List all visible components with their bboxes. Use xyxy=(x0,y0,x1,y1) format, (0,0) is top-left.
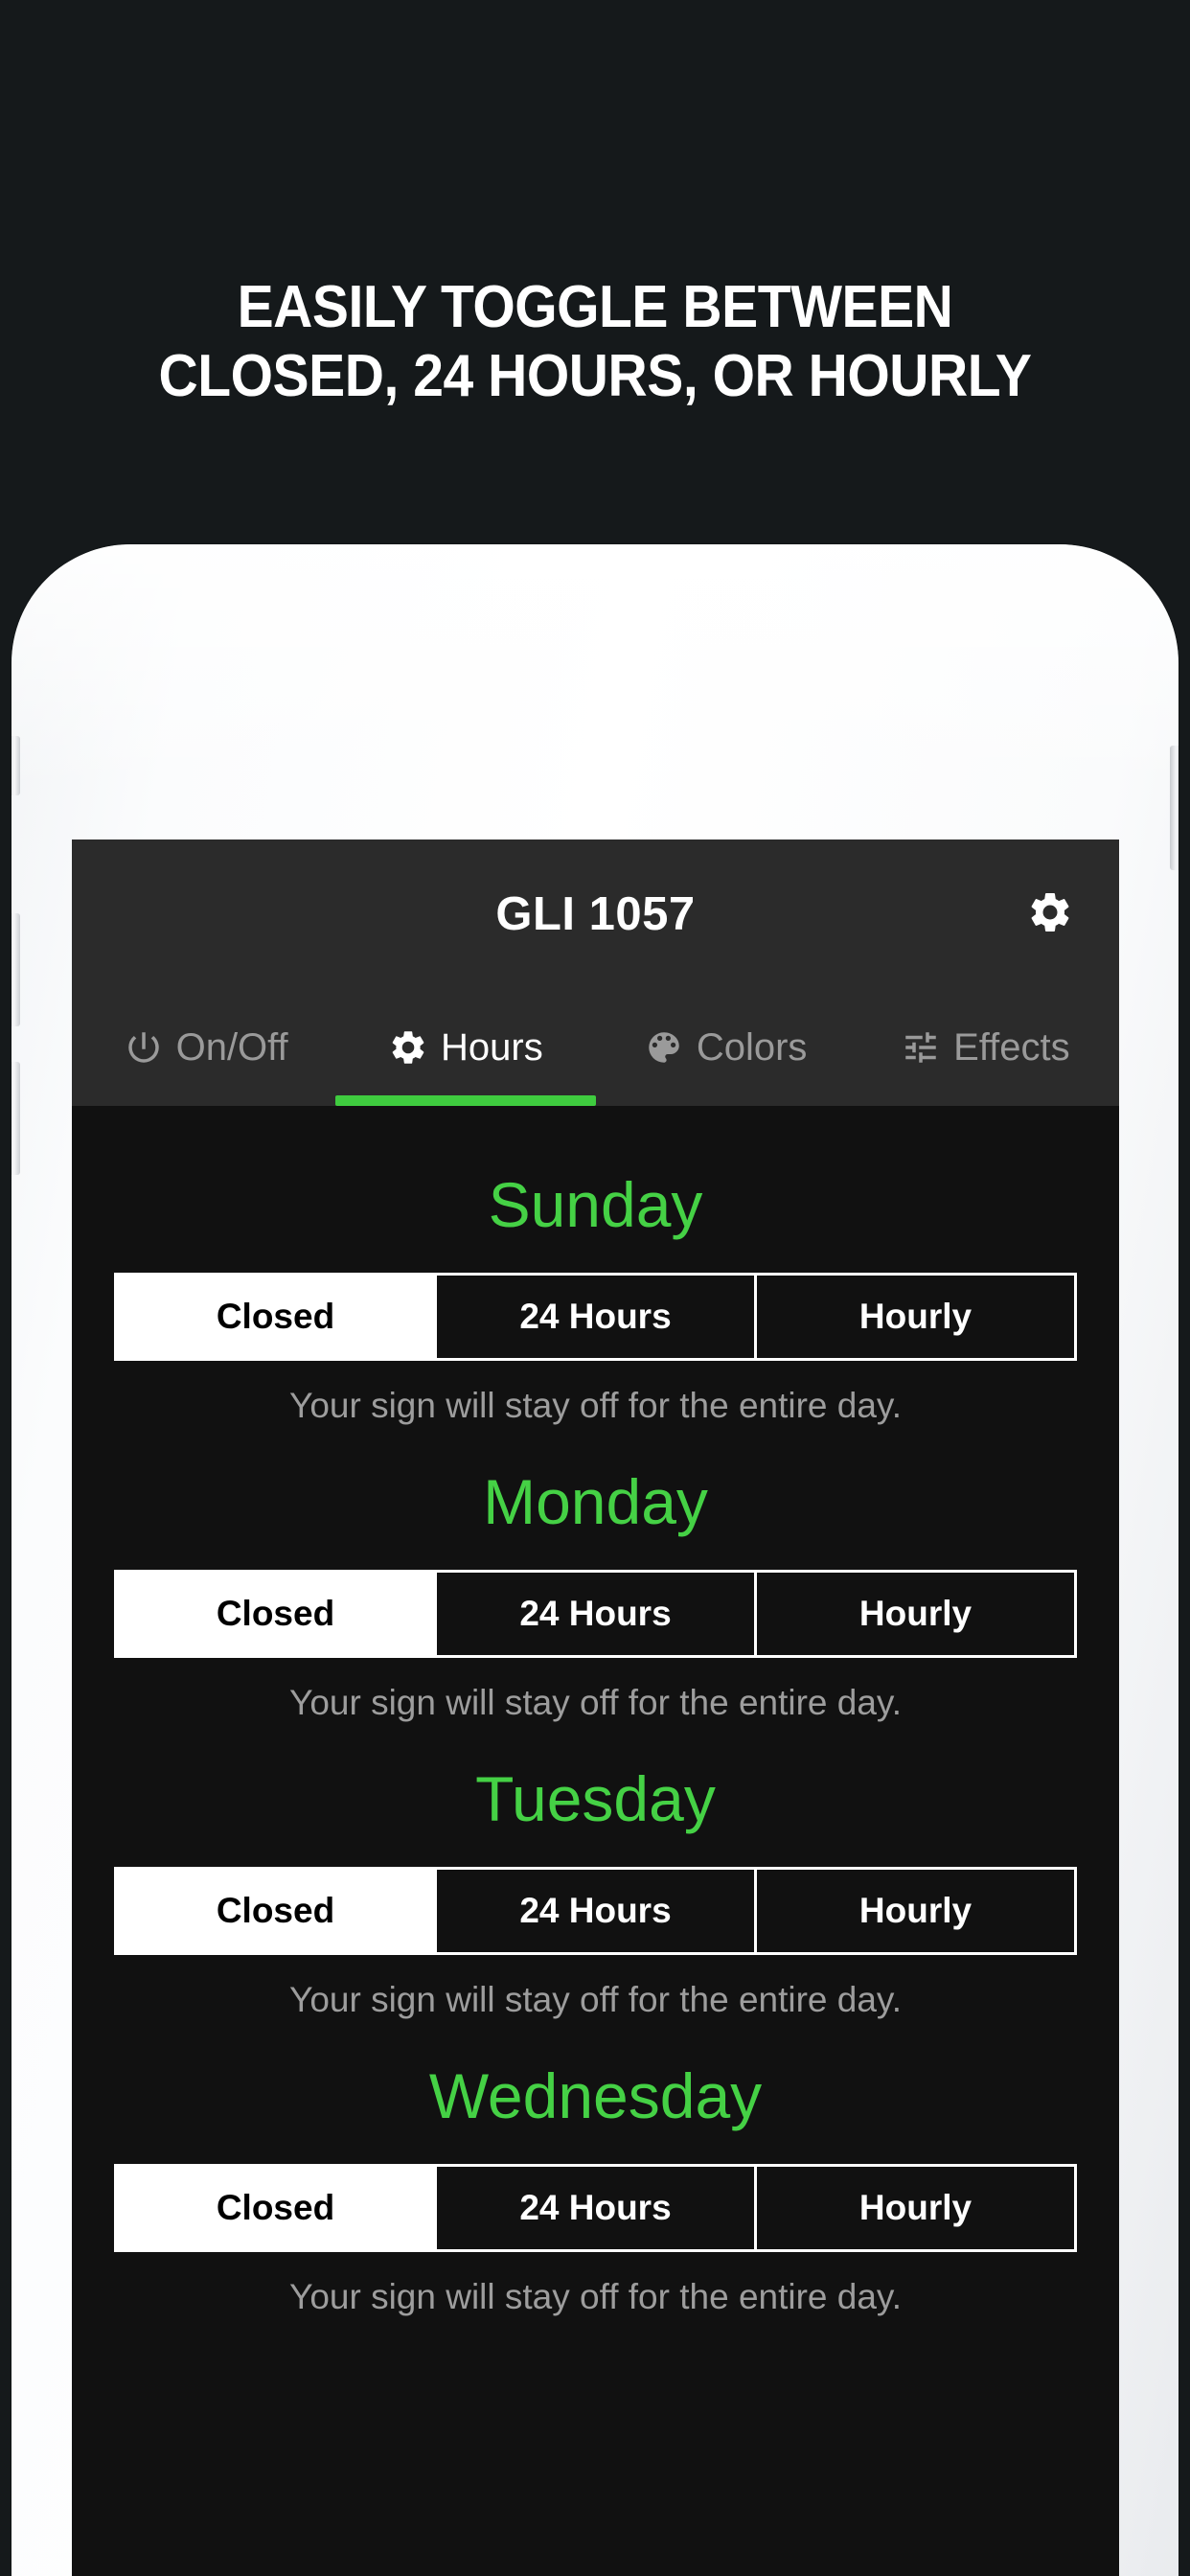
segment-24-hours[interactable]: 24 Hours xyxy=(437,1870,757,1952)
day-name: Tuesday xyxy=(475,1763,716,1834)
segmented-control: Closed 24 Hours Hourly xyxy=(114,2164,1077,2252)
day-hint: Your sign will stay off for the entire d… xyxy=(289,2277,902,2316)
tab-hours[interactable]: Hours xyxy=(335,989,596,1106)
volume-up-button[interactable] xyxy=(11,913,20,1026)
segment-closed[interactable]: Closed xyxy=(117,1573,437,1655)
palette-icon xyxy=(644,1027,684,1068)
segment-hourly[interactable]: Hourly xyxy=(757,1573,1074,1655)
tab-bar: On/Off Hours Colors Effects xyxy=(72,989,1119,1106)
segment-closed[interactable]: Closed xyxy=(117,1276,437,1358)
tab-label-hours: Hours xyxy=(441,1025,543,1069)
tab-label-effects: Effects xyxy=(953,1025,1070,1069)
day-block-tuesday: Tuesday Closed 24 Hours Hourly Your sign… xyxy=(72,1767,1119,2020)
active-tab-indicator xyxy=(335,1095,596,1106)
day-name: Sunday xyxy=(488,1169,703,1240)
bezel-gloss xyxy=(11,544,1179,794)
day-block-sunday: Sunday Closed 24 Hours Hourly Your sign … xyxy=(72,1173,1119,1426)
power-icon xyxy=(124,1027,164,1068)
mute-switch-button[interactable] xyxy=(11,736,20,795)
tab-on-off[interactable]: On/Off xyxy=(76,989,335,1106)
day-block-wednesday: Wednesday Closed 24 Hours Hourly Your si… xyxy=(72,2064,1119,2317)
segmented-control: Closed 24 Hours Hourly xyxy=(114,1867,1077,1955)
page-title: GLI 1057 xyxy=(495,888,696,940)
app-screen: GLI 1057 On/Off Hours Colors Effects Sun… xyxy=(72,840,1119,2576)
tab-label-colors: Colors xyxy=(696,1025,808,1069)
tune-icon xyxy=(901,1027,941,1068)
screenshot-root: EASILY TOGGLE BETWEEN CLOSED, 24 HOURS, … xyxy=(0,0,1190,2576)
segment-hourly[interactable]: Hourly xyxy=(757,1276,1074,1358)
hours-content: Sunday Closed 24 Hours Hourly Your sign … xyxy=(72,1106,1119,2317)
volume-down-button[interactable] xyxy=(11,1062,20,1175)
segmented-control: Closed 24 Hours Hourly xyxy=(114,1273,1077,1361)
app-bar: GLI 1057 xyxy=(72,840,1119,989)
phone-device-mockup: GLI 1057 On/Off Hours Colors Effects Sun… xyxy=(11,544,1179,2576)
promo-headline: EASILY TOGGLE BETWEEN CLOSED, 24 HOURS, … xyxy=(48,273,1143,411)
day-hint: Your sign will stay off for the entire d… xyxy=(289,1980,902,2019)
day-block-monday: Monday Closed 24 Hours Hourly Your sign … xyxy=(72,1470,1119,1723)
segment-closed[interactable]: Closed xyxy=(117,1870,437,1952)
segment-closed[interactable]: Closed xyxy=(117,2167,437,2249)
segment-24-hours[interactable]: 24 Hours xyxy=(437,1573,757,1655)
gear-icon xyxy=(1026,888,1074,941)
day-hint: Your sign will stay off for the entire d… xyxy=(289,1386,902,1425)
segment-hourly[interactable]: Hourly xyxy=(757,2167,1074,2249)
tab-effects[interactable]: Effects xyxy=(856,989,1115,1106)
tab-label-on-off: On/Off xyxy=(175,1025,288,1069)
segmented-control: Closed 24 Hours Hourly xyxy=(114,1570,1077,1658)
segment-24-hours[interactable]: 24 Hours xyxy=(437,1276,757,1358)
segment-24-hours[interactable]: 24 Hours xyxy=(437,2167,757,2249)
headline-line-1: EASILY TOGGLE BETWEEN xyxy=(237,274,953,340)
day-name: Wednesday xyxy=(428,2060,763,2131)
headline-line-2: CLOSED, 24 HOURS, OR HOURLY xyxy=(158,343,1032,409)
gear-icon xyxy=(388,1027,428,1068)
settings-button[interactable] xyxy=(1023,887,1077,941)
day-name: Monday xyxy=(483,1466,708,1537)
tab-colors[interactable]: Colors xyxy=(596,989,856,1106)
segment-hourly[interactable]: Hourly xyxy=(757,1870,1074,1952)
power-button[interactable] xyxy=(1170,746,1179,870)
day-hint: Your sign will stay off for the entire d… xyxy=(289,1683,902,1722)
